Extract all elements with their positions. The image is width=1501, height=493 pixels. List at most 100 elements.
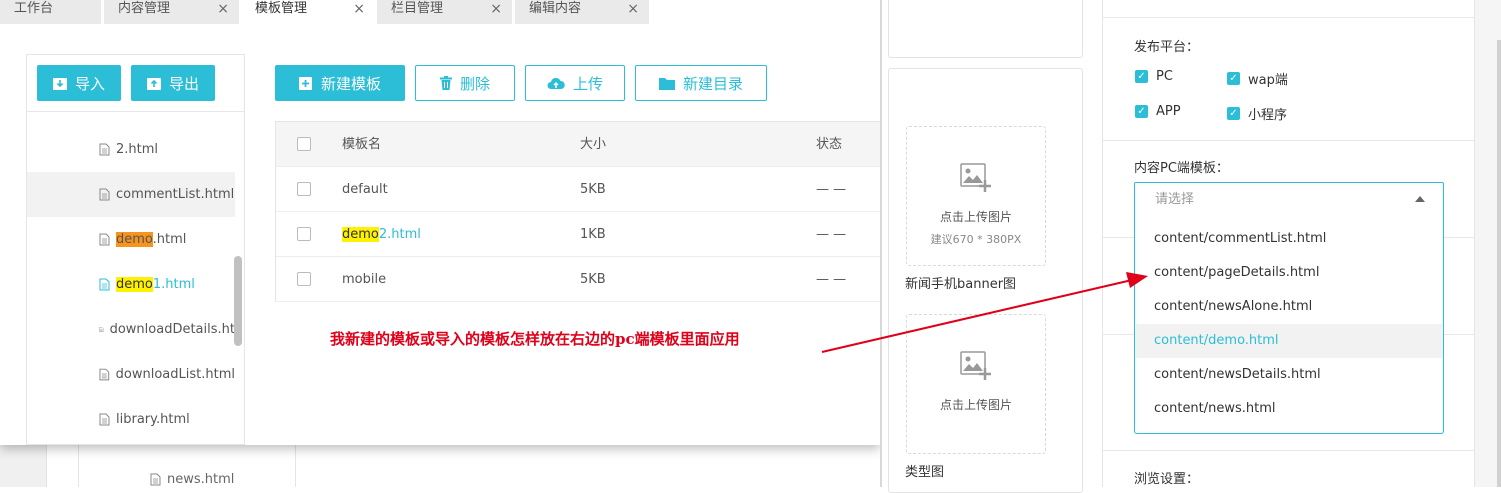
trash-icon xyxy=(439,76,452,90)
type-label: 类型图 xyxy=(905,465,945,480)
new-dir-label: 新建目录 xyxy=(682,74,743,93)
row-checkbox[interactable] xyxy=(297,227,311,241)
file-icon xyxy=(99,233,110,246)
upload-label: 上传 xyxy=(572,74,603,93)
file-item[interactable]: demo1.html xyxy=(27,262,235,307)
checkbox-wap[interactable]: ✓ wap端 xyxy=(1227,69,1288,88)
upload-hint: 建议670 * 380PX xyxy=(930,233,1022,246)
divider xyxy=(1103,140,1476,141)
upload-text: 点击上传图片 xyxy=(939,210,1012,224)
upload-button[interactable]: 上传 xyxy=(525,65,625,101)
template-size: 1KB xyxy=(580,227,606,242)
upload-text: 点击上传图片 xyxy=(939,398,1012,412)
tab-workbench[interactable]: 工作台 xyxy=(0,0,101,24)
caret-up-icon xyxy=(1415,196,1425,202)
file-icon xyxy=(150,473,161,486)
dropdown-option[interactable]: content/newsDetails.html xyxy=(1135,358,1443,392)
import-icon xyxy=(52,78,67,90)
tab-label: 内容管理 xyxy=(118,1,171,16)
file-icon xyxy=(99,413,110,426)
file-icon xyxy=(99,143,110,156)
dropdown-option[interactable]: content/newsAlone.html xyxy=(1135,290,1443,324)
close-icon[interactable]: × xyxy=(627,0,639,18)
new-template-button[interactable]: 新建模板 xyxy=(275,65,405,101)
background-file-item[interactable]: news.html xyxy=(150,472,234,487)
template-table: 模板名 大小 状态 default 5KB — — demo2.html 1KB… xyxy=(275,121,881,302)
dropdown-option[interactable]: content/news.html xyxy=(1135,392,1443,426)
checked-icon: ✓ xyxy=(1135,105,1148,118)
template-name: mobile xyxy=(342,272,387,287)
image-card: 点击上传图片 建议670 * 380PX 新闻手机banner图 点击上传图片 … xyxy=(888,68,1083,493)
file-tree-panel: 导入 导出 2.html commentList.html demo.html … xyxy=(26,54,245,445)
checkbox-label: wap端 xyxy=(1248,73,1288,88)
header-name: 模板名 xyxy=(342,137,382,152)
new-template-label: 新建模板 xyxy=(320,74,381,93)
file-item[interactable]: 2.html xyxy=(27,127,235,172)
upload-banner-box[interactable]: 点击上传图片 建议670 * 380PX xyxy=(906,126,1046,266)
banner-label: 新闻手机banner图 xyxy=(905,277,1017,292)
folder-icon xyxy=(658,77,675,90)
background-page: news.html xyxy=(0,440,880,487)
tab-column-manage[interactable]: 栏目管理 × xyxy=(377,0,512,24)
middle-column: 点击上传图片 建议670 * 380PX 新闻手机banner图 点击上传图片 … xyxy=(880,0,1100,493)
close-icon[interactable]: × xyxy=(353,0,365,18)
close-icon[interactable]: × xyxy=(490,0,502,18)
table-row[interactable]: default 5KB — — xyxy=(276,167,881,212)
export-button[interactable]: 导出 xyxy=(131,65,215,101)
new-dir-button[interactable]: 新建目录 xyxy=(635,65,767,101)
dropdown-option[interactable]: content/pageDetails.html xyxy=(1135,256,1443,290)
row-checkbox[interactable] xyxy=(297,182,311,196)
checked-icon: ✓ xyxy=(1135,70,1148,83)
dropdown-option[interactable]: content/commentList.html xyxy=(1135,222,1443,256)
import-button[interactable]: 导入 xyxy=(37,65,121,101)
file-name: demo.html xyxy=(116,232,187,247)
import-label: 导入 xyxy=(74,74,105,93)
divider xyxy=(27,111,244,112)
tab-label: 编辑内容 xyxy=(529,1,582,16)
checkbox-pc[interactable]: ✓ PC xyxy=(1135,69,1173,84)
upload-type-box[interactable]: 点击上传图片 xyxy=(906,314,1046,454)
checked-icon: ✓ xyxy=(1227,72,1240,85)
row-checkbox[interactable] xyxy=(297,272,311,286)
table-row[interactable]: mobile 5KB — — xyxy=(276,257,881,302)
export-label: 导出 xyxy=(168,74,199,93)
page-scrollbar[interactable] xyxy=(1497,40,1501,487)
browse-label: 浏览设置： xyxy=(1134,472,1200,487)
close-icon[interactable]: × xyxy=(217,0,229,18)
header-status: 状态 xyxy=(816,137,843,152)
file-item[interactable]: commentList.html xyxy=(27,172,235,217)
template-name: demo2.html xyxy=(342,227,421,242)
file-item[interactable]: demo.html xyxy=(27,217,235,262)
divider xyxy=(1103,450,1476,451)
pc-template-select[interactable]: 请选择 xyxy=(1134,182,1444,217)
template-size: 5KB xyxy=(580,182,606,197)
file-item[interactable]: library.html xyxy=(27,397,235,442)
checkbox-label: PC xyxy=(1156,69,1173,84)
dropdown-option-selected[interactable]: content/demo.html xyxy=(1135,324,1443,358)
file-icon xyxy=(99,188,110,201)
platform-label: 发布平台： xyxy=(1134,40,1200,55)
file-name: commentList.html xyxy=(116,187,235,202)
scrollbar-thumb[interactable] xyxy=(234,256,242,346)
delete-label: 删除 xyxy=(459,74,490,93)
top-card xyxy=(888,0,1083,58)
file-item[interactable]: downloadList.html xyxy=(27,352,235,397)
file-name: downloadList.html xyxy=(115,367,235,382)
file-name: 2.html xyxy=(116,142,159,157)
file-item[interactable]: downloadDetails.ht xyxy=(27,307,235,352)
tab-edit-content[interactable]: 编辑内容 × xyxy=(515,0,649,24)
checkbox-app[interactable]: ✓ APP xyxy=(1135,104,1181,119)
select-all-checkbox[interactable] xyxy=(297,137,311,151)
annotation-text: 我新建的模板或导入的模板怎样放在右边的pc端模板里面应用 xyxy=(330,330,740,348)
delete-button[interactable]: 删除 xyxy=(415,65,515,101)
checkbox-miniprogram[interactable]: ✓ 小程序 xyxy=(1227,104,1287,123)
tab-template-manage[interactable]: 模板管理 × xyxy=(241,0,375,24)
header-size: 大小 xyxy=(580,137,607,152)
table-row[interactable]: demo2.html 1KB — — xyxy=(276,212,881,257)
tab-content-manage[interactable]: 内容管理 × xyxy=(104,0,239,24)
export-icon xyxy=(146,78,161,90)
file-icon xyxy=(99,326,104,333)
add-file-icon xyxy=(298,77,312,90)
table-header: 模板名 大小 状态 xyxy=(276,122,881,167)
pc-template-label: 内容PC端模板： xyxy=(1134,161,1229,176)
